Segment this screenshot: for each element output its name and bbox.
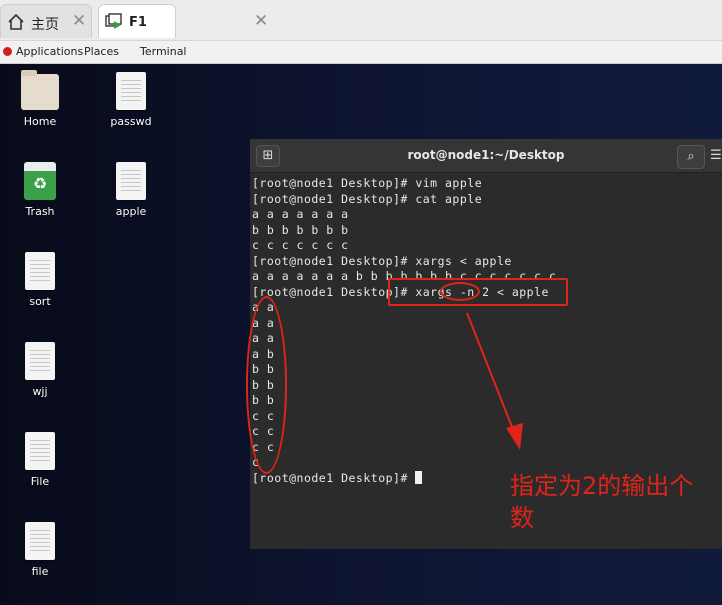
annotation-text: 指定为2的输出个数 <box>510 472 694 532</box>
